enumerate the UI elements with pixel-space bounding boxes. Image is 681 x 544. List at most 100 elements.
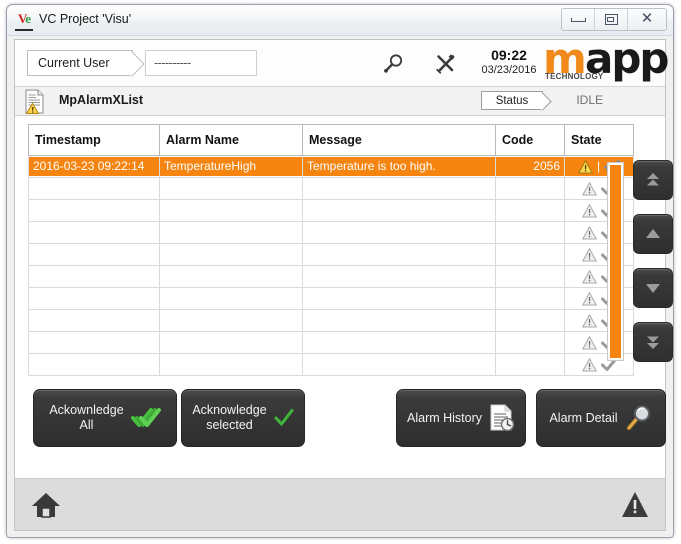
- alarm-history-button[interactable]: Alarm History: [396, 389, 526, 447]
- cell-alarm-name: [159, 243, 303, 266]
- double-down-arrow-icon: [647, 336, 659, 349]
- acknowledge-selected-line1: Acknowledge: [192, 403, 267, 417]
- warning-triangle-icon: [581, 313, 597, 327]
- acknowledge-all-label: Ackownledge All: [49, 403, 123, 433]
- cell-message: Temperature is too high.: [303, 157, 495, 176]
- state-separator: |: [596, 159, 601, 173]
- alarm-table-body: 2016-03-23 09:22:14 TemperatureHigh Temp…: [28, 155, 634, 376]
- cell-message: [302, 353, 496, 376]
- home-icon[interactable]: [31, 491, 61, 519]
- cell-alarm-name: [159, 353, 303, 376]
- cell-alarm-name: TemperatureHigh: [160, 157, 302, 176]
- page-title: MpAlarmXList: [59, 93, 144, 107]
- close-button[interactable]: ✕: [628, 9, 666, 30]
- cell-alarm-name: [159, 199, 303, 222]
- mapp-logo: m app TECHNOLOGY: [543, 38, 669, 84]
- triple-check-icon: [130, 408, 161, 427]
- warning-triangle-icon: [581, 203, 597, 217]
- cell-timestamp: [28, 353, 160, 376]
- warning-triangle-icon: [581, 269, 597, 283]
- vertical-scrollbar[interactable]: [607, 162, 624, 361]
- magnifier-icon: [626, 405, 650, 430]
- table-row[interactable]: 2016-03-23 09:22:14 TemperatureHigh Temp…: [28, 155, 634, 178]
- column-header-alarm-name[interactable]: Alarm Name: [159, 124, 303, 156]
- scroll-to-last-button[interactable]: [633, 322, 673, 362]
- acknowledge-all-button[interactable]: Ackownledge All: [33, 389, 177, 447]
- column-header-code[interactable]: Code: [495, 124, 565, 156]
- warning-triangle-icon: [581, 291, 597, 305]
- document-warning-icon: [23, 89, 47, 115]
- panel-titlebar: MpAlarmXList Status IDLE: [15, 87, 665, 116]
- restore-button[interactable]: [595, 9, 628, 30]
- scrollbar-thumb[interactable]: [610, 165, 621, 358]
- warning-triangle-icon[interactable]: [621, 491, 649, 518]
- minimize-icon: [570, 17, 586, 22]
- scroll-up-button[interactable]: [633, 214, 673, 254]
- cell-message: [302, 199, 496, 222]
- cell-message: [302, 265, 496, 288]
- hmi-footer: [15, 478, 665, 530]
- cell-message: [302, 177, 496, 200]
- application-window: Ve VC Project 'Visu' ✕ Current User ----…: [6, 4, 674, 538]
- table-row[interactable]: [28, 353, 634, 376]
- tools-icon[interactable]: [433, 51, 459, 77]
- double-up-arrow-icon: [647, 173, 659, 186]
- window-titlebar: Ve VC Project 'Visu' ✕: [7, 5, 673, 36]
- app-icon-letter-e: e: [25, 11, 31, 26]
- cell-alarm-name: [159, 221, 303, 244]
- cell-timestamp: [28, 309, 160, 332]
- table-row[interactable]: [28, 177, 634, 200]
- cell-message: [302, 287, 496, 310]
- document-clock-icon: [490, 404, 515, 432]
- column-header-timestamp[interactable]: Timestamp: [28, 124, 160, 156]
- cell-alarm-name: [159, 287, 303, 310]
- table-row[interactable]: [28, 287, 634, 310]
- table-row[interactable]: [28, 309, 634, 332]
- window-title: VC Project 'Visu': [39, 12, 132, 26]
- minimize-button[interactable]: [562, 9, 595, 30]
- cell-timestamp: [28, 265, 160, 288]
- logo-subtitle: TECHNOLOGY: [545, 72, 604, 81]
- cell-timestamp: [28, 221, 160, 244]
- column-header-message[interactable]: Message: [302, 124, 496, 156]
- acknowledge-selected-label: Acknowledge selected: [192, 403, 266, 433]
- cell-message: [302, 221, 496, 244]
- up-arrow-icon: [646, 229, 660, 238]
- table-row[interactable]: [28, 331, 634, 354]
- cell-alarm-name: [159, 331, 303, 354]
- cell-message: [302, 309, 496, 332]
- warning-triangle-icon: [581, 357, 597, 371]
- scroll-to-first-button[interactable]: [633, 160, 673, 200]
- acknowledge-selected-line2: selected: [206, 418, 253, 432]
- cell-alarm-name: [159, 177, 303, 200]
- cell-code: [495, 243, 565, 266]
- cell-timestamp: [28, 243, 160, 266]
- status-value: IDLE: [576, 93, 603, 107]
- table-row[interactable]: [28, 199, 634, 222]
- down-arrow-icon: [646, 284, 660, 293]
- cell-timestamp: [28, 177, 160, 200]
- warning-triangle-icon: [581, 225, 597, 239]
- search-icon[interactable]: [381, 51, 407, 77]
- acknowledge-selected-button[interactable]: Acknowledge selected: [181, 389, 305, 447]
- table-row[interactable]: [28, 221, 634, 244]
- cell-message: [302, 331, 496, 354]
- window-controls: ✕: [561, 8, 667, 31]
- action-button-bar: Ackownledge All Acknowledge selected Ala…: [15, 376, 666, 468]
- table-row[interactable]: [28, 243, 634, 266]
- alarm-detail-button[interactable]: Alarm Detail: [536, 389, 666, 447]
- alarm-history-label: Alarm History: [407, 410, 483, 425]
- cell-code: [495, 353, 565, 376]
- column-header-state[interactable]: State: [564, 124, 634, 156]
- cell-timestamp: [28, 287, 160, 310]
- cell-code: [495, 177, 565, 200]
- scroll-down-button[interactable]: [633, 268, 673, 308]
- cell-timestamp: 2016-03-23 09:22:14: [29, 157, 159, 176]
- alarm-grid-area: Timestamp Alarm Name Message Code State …: [15, 116, 673, 376]
- current-user-value[interactable]: ----------: [145, 50, 257, 76]
- hmi-panel: Current User ---------- 09:22 03/23/2016…: [14, 38, 673, 531]
- restore-icon: [604, 14, 618, 25]
- cell-code: [495, 265, 565, 288]
- grid-navigation-buttons: [633, 160, 673, 376]
- table-row[interactable]: [28, 265, 634, 288]
